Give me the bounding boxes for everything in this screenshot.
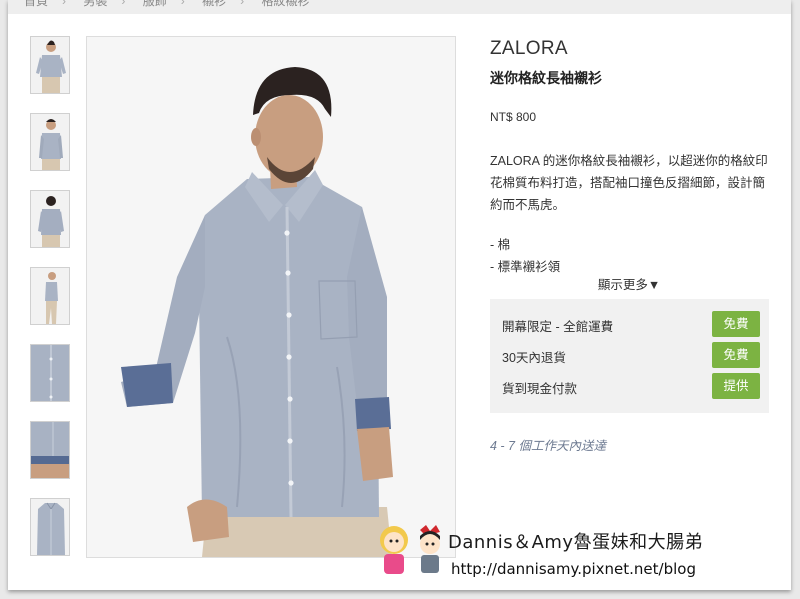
service-badge-cod[interactable]: 提供 [712,373,760,399]
thumbnail-front-view[interactable] [30,36,70,94]
main-product-image[interactable] [86,36,456,558]
breadcrumb-separator: › [240,0,245,8]
thumbnail-front-view-2[interactable] [30,113,70,171]
blog-avatar-logo [376,522,448,580]
service-row-returns: 30天內退貨 免費 [502,342,760,368]
page-frame: 首頁 › 男裝 › 服飾 › 襯衫 › 格紋襯衫 ZALORA 迷你格紋長袖襯衫… [8,0,791,590]
service-row-shipping: 開幕限定 - 全館運費 免費 [502,311,760,337]
product-description: ZALORA 的迷你格紋長袖襯衫，以超迷你的格紋印花棉質布料打造，搭配袖口撞色反… [490,154,768,212]
product-info: ZALORA 迷你格紋長袖襯衫 NT$ 800 ZALORA 的迷你格紋長袖襯衫… [490,36,780,293]
breadcrumb-separator: › [180,0,185,8]
product-title: 迷你格紋長袖襯衫 [490,70,602,86]
breadcrumb: 首頁 › 男裝 › 服飾 › 襯衫 › 格紋襯衫 [8,0,791,14]
breadcrumb-item[interactable]: 服飾 [143,0,167,8]
brand-name[interactable]: ZALORA [490,38,780,60]
breadcrumb-item[interactable]: 襯衫 [202,0,226,8]
delivery-estimate: 4 - 7 個工作天內送達 [490,439,606,453]
service-label: 開幕限定 - 全館運費 [502,320,614,334]
product-price: NT$ 800 [490,110,537,124]
breadcrumb-item[interactable]: 格紋襯衫 [261,0,309,8]
thumbnail-side-view[interactable] [30,267,70,325]
blog-watermark-title: Dannis＆Amy魯蛋妹和大腸弟 [448,532,704,553]
breadcrumb-item[interactable]: 首頁 [24,0,48,8]
thumbnail-strip [30,36,72,575]
service-label: 貨到現金付款 [502,382,578,396]
thumbnail-cuff-detail[interactable] [30,421,70,479]
service-badge-free-shipping[interactable]: 免費 [712,311,760,337]
feature-item: - 棉 [490,238,511,252]
breadcrumb-item[interactable]: 男裝 [83,0,107,8]
breadcrumb-separator: › [121,0,126,8]
service-row-cod: 貨到現金付款 提供 [502,373,760,399]
blog-watermark-url[interactable]: http://dannisamy.pixnet.net/blog [451,560,696,578]
service-label: 30天內退貨 [502,351,566,365]
service-badge-free-returns[interactable]: 免費 [712,342,760,368]
thumbnail-fabric-detail[interactable] [30,344,70,402]
model-wearing-shirt-illustration [87,37,455,557]
thumbnail-flat-lay[interactable] [30,498,70,556]
feature-list: - 棉 - 標準襯衫領 [490,234,780,278]
thumbnail-back-view[interactable] [30,190,70,248]
services-box: 開幕限定 - 全館運費 免費 30天內退貨 免費 貨到現金付款 提供 [490,299,769,413]
breadcrumb-separator: › [62,0,67,8]
